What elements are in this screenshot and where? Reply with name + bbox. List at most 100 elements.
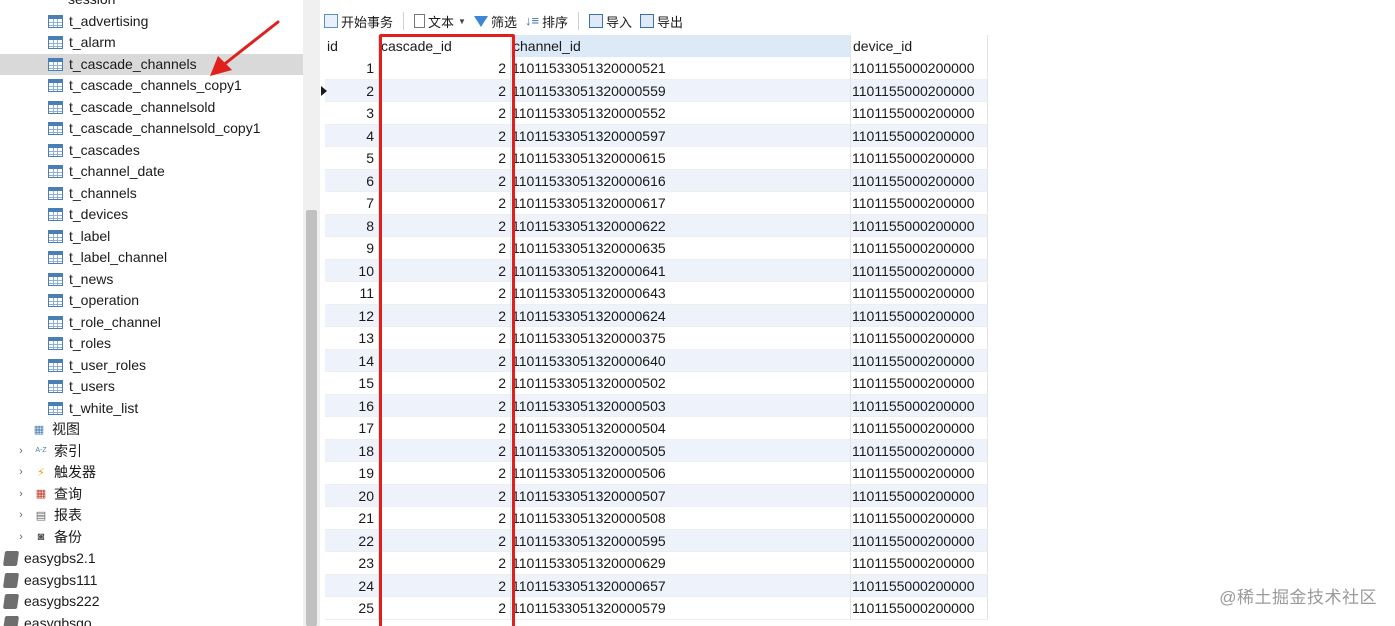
cell-id[interactable]: 24 bbox=[325, 574, 379, 597]
table-row[interactable]: 13 2 11011533051320000375 1101155000200000 bbox=[325, 327, 988, 350]
cell-cascade-id[interactable]: 2 bbox=[379, 417, 511, 440]
tree-item-table[interactable]: t_label_channel bbox=[48, 247, 167, 268]
tree-item-table[interactable]: t_label bbox=[48, 226, 110, 247]
tree-item-table[interactable]: t_operation bbox=[48, 290, 139, 311]
cell-channel-id[interactable]: 11011533051320000552 bbox=[511, 102, 851, 125]
cell-cascade-id[interactable]: 2 bbox=[379, 462, 511, 485]
table-row[interactable]: 8 2 11011533051320000622 1101155000200000 bbox=[325, 214, 988, 237]
cell-device-id[interactable]: 1101155000200000 bbox=[851, 574, 988, 597]
navigator-scrollbar[interactable] bbox=[303, 0, 320, 626]
cell-id[interactable]: 22 bbox=[325, 529, 379, 552]
tree-item-group[interactable]: › ▦ 查询 bbox=[16, 484, 82, 505]
cell-device-id[interactable]: 1101155000200000 bbox=[851, 349, 988, 372]
chevron-right-icon[interactable]: › bbox=[16, 462, 26, 483]
cell-id[interactable]: 20 bbox=[325, 484, 379, 507]
chevron-right-icon[interactable]: › bbox=[16, 527, 26, 548]
cell-id[interactable]: 15 bbox=[325, 372, 379, 395]
tree-item-table[interactable]: t_cascade_channelsold_copy1 bbox=[48, 118, 260, 139]
cell-channel-id[interactable]: 11011533051320000615 bbox=[511, 147, 851, 170]
cell-cascade-id[interactable]: 2 bbox=[379, 147, 511, 170]
cell-cascade-id[interactable]: 2 bbox=[379, 214, 511, 237]
cell-id[interactable]: 1 bbox=[325, 57, 379, 80]
cell-channel-id[interactable]: 11011533051320000375 bbox=[511, 327, 851, 350]
cell-channel-id[interactable]: 11011533051320000521 bbox=[511, 57, 851, 80]
tree-item-table[interactable]: t_cascade_channelsold bbox=[48, 97, 215, 118]
tree-item-views[interactable]: ▦ 视图 bbox=[32, 419, 80, 440]
cell-cascade-id[interactable]: 2 bbox=[379, 349, 511, 372]
table-row[interactable]: 14 2 11011533051320000640 1101155000200000 bbox=[325, 349, 988, 372]
cell-cascade-id[interactable]: 2 bbox=[379, 79, 511, 102]
table-row[interactable]: 18 2 11011533051320000505 1101155000200000 bbox=[325, 439, 988, 462]
tree-item-table[interactable]: t_channel_date bbox=[48, 161, 165, 182]
table-row[interactable]: 3 2 11011533051320000552 1101155000200000 bbox=[325, 102, 988, 125]
tree-item-table[interactable]: t_cascades bbox=[48, 140, 140, 161]
cell-channel-id[interactable]: 11011533051320000597 bbox=[511, 124, 851, 147]
cell-cascade-id[interactable]: 2 bbox=[379, 192, 511, 215]
cell-cascade-id[interactable]: 2 bbox=[379, 394, 511, 417]
cell-id[interactable]: 23 bbox=[325, 552, 379, 575]
cell-channel-id[interactable]: 11011533051320000635 bbox=[511, 237, 851, 260]
tree-item-database[interactable]: easygbs2.1 bbox=[2, 548, 96, 569]
table-row[interactable]: 12 2 11011533051320000624 1101155000200000 bbox=[325, 304, 988, 327]
cell-id[interactable]: 10 bbox=[325, 259, 379, 282]
tree-item-table[interactable]: t_alarm bbox=[48, 32, 116, 53]
import-button[interactable]: 导入 bbox=[585, 9, 636, 33]
export-button[interactable]: 导出 bbox=[636, 9, 687, 33]
tree-item-table[interactable]: t_users bbox=[48, 376, 115, 397]
cell-device-id[interactable]: 1101155000200000 bbox=[851, 282, 988, 305]
filter-button[interactable]: 筛选 bbox=[470, 9, 521, 33]
table-row[interactable]: 15 2 11011533051320000502 1101155000200000 bbox=[325, 372, 988, 395]
cell-id[interactable]: 21 bbox=[325, 507, 379, 530]
cell-device-id[interactable]: 1101155000200000 bbox=[851, 507, 988, 530]
tree-item-table[interactable]: t_advertising bbox=[48, 11, 148, 32]
tree-item-group[interactable]: › ◙ 备份 bbox=[16, 527, 82, 548]
table-row[interactable]: 7 2 11011533051320000617 1101155000200000 bbox=[325, 192, 988, 215]
tree-item-group[interactable]: › A-Z 索引 bbox=[16, 441, 82, 462]
table-row[interactable]: 17 2 11011533051320000504 1101155000200000 bbox=[325, 417, 988, 440]
cell-device-id[interactable]: 1101155000200000 bbox=[851, 327, 988, 350]
tree-item-table[interactable]: t_user_roles bbox=[48, 355, 146, 376]
cell-id[interactable]: 2 bbox=[325, 79, 379, 102]
chevron-right-icon[interactable]: › bbox=[16, 484, 26, 505]
cell-device-id[interactable]: 1101155000200000 bbox=[851, 192, 988, 215]
table-row[interactable]: 16 2 11011533051320000503 1101155000200000 bbox=[325, 394, 988, 417]
cell-device-id[interactable]: 1101155000200000 bbox=[851, 304, 988, 327]
table-row[interactable]: 22 2 11011533051320000595 1101155000200000 bbox=[325, 529, 988, 552]
cell-cascade-id[interactable]: 2 bbox=[379, 507, 511, 530]
column-header-id[interactable]: id bbox=[325, 35, 379, 57]
cell-id[interactable]: 7 bbox=[325, 192, 379, 215]
cell-cascade-id[interactable]: 2 bbox=[379, 169, 511, 192]
cell-cascade-id[interactable]: 2 bbox=[379, 529, 511, 552]
cell-cascade-id[interactable]: 2 bbox=[379, 574, 511, 597]
tree-item-table[interactable]: t_news bbox=[48, 269, 113, 290]
cell-cascade-id[interactable]: 2 bbox=[379, 439, 511, 462]
cell-device-id[interactable]: 1101155000200000 bbox=[851, 372, 988, 395]
column-header-device-id[interactable]: device_id bbox=[851, 35, 988, 57]
column-header-channel-id[interactable]: channel_id bbox=[511, 35, 851, 57]
tree-item-group[interactable]: › ▤ 报表 bbox=[16, 505, 82, 526]
cell-id[interactable]: 12 bbox=[325, 304, 379, 327]
cell-cascade-id[interactable]: 2 bbox=[379, 259, 511, 282]
cell-id[interactable]: 8 bbox=[325, 214, 379, 237]
table-row[interactable]: 2 2 11011533051320000559 1101155000200000 bbox=[321, 79, 988, 102]
cell-id[interactable]: 13 bbox=[325, 327, 379, 350]
cell-channel-id[interactable]: 11011533051320000579 bbox=[511, 597, 851, 620]
cell-id[interactable]: 5 bbox=[325, 147, 379, 170]
table-row[interactable]: 5 2 11011533051320000615 1101155000200000 bbox=[325, 147, 988, 170]
cell-device-id[interactable]: 1101155000200000 bbox=[851, 169, 988, 192]
cell-device-id[interactable]: 1101155000200000 bbox=[851, 597, 988, 620]
cell-channel-id[interactable]: 11011533051320000508 bbox=[511, 507, 851, 530]
chevron-right-icon[interactable]: › bbox=[16, 505, 26, 526]
cell-device-id[interactable]: 1101155000200000 bbox=[851, 552, 988, 575]
cell-channel-id[interactable]: 11011533051320000507 bbox=[511, 484, 851, 507]
table-row[interactable]: 9 2 11011533051320000635 1101155000200000 bbox=[325, 237, 988, 260]
tree-item-database[interactable]: easygbs222 bbox=[2, 591, 100, 612]
cell-id[interactable]: 25 bbox=[325, 597, 379, 620]
table-row[interactable]: 10 2 11011533051320000641 1101155000200000 bbox=[325, 259, 988, 282]
tree-item-table[interactable]: t_roles bbox=[48, 333, 111, 354]
cell-id[interactable]: 19 bbox=[325, 462, 379, 485]
cell-cascade-id[interactable]: 2 bbox=[379, 237, 511, 260]
cell-id[interactable]: 6 bbox=[325, 169, 379, 192]
cell-device-id[interactable]: 1101155000200000 bbox=[851, 237, 988, 260]
cell-device-id[interactable]: 1101155000200000 bbox=[851, 57, 988, 80]
